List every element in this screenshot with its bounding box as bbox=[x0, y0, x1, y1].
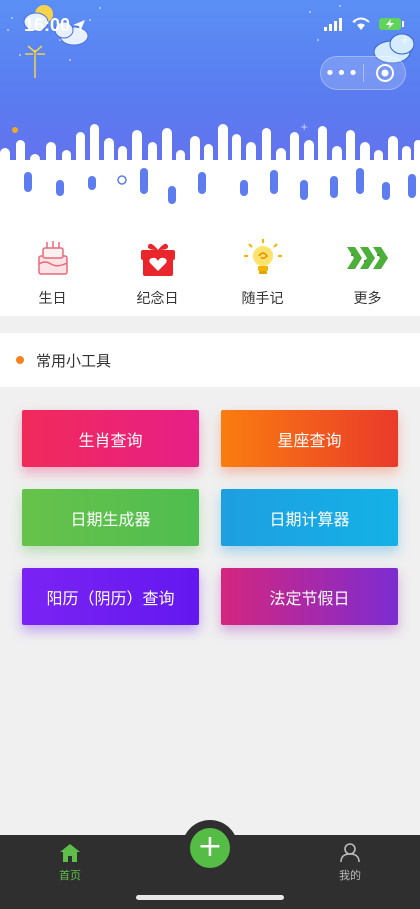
target-circle-icon bbox=[375, 64, 394, 82]
tab-home[interactable]: 首页 bbox=[40, 843, 100, 883]
section-title: 常用小工具 bbox=[36, 351, 112, 370]
tab-mine-label: 我的 bbox=[339, 869, 361, 882]
quick-entry-bar: 生日 纪念日 随手记 更多 bbox=[0, 212, 420, 316]
quick-entry-label: 随手记 bbox=[241, 291, 284, 307]
quick-entry-label: 更多 bbox=[353, 291, 382, 307]
wifi-icon bbox=[352, 17, 370, 30]
quick-entry-label: 纪念日 bbox=[136, 291, 179, 307]
tab-mine[interactable]: 我的 bbox=[320, 843, 380, 883]
lunar-solar-query-button[interactable]: 阳历（阴历）查询 bbox=[22, 568, 199, 625]
section-dot-icon bbox=[16, 356, 24, 364]
lightbulb-icon bbox=[241, 236, 285, 280]
more-menu-button[interactable]: ••• bbox=[321, 63, 363, 84]
quick-entry-notes[interactable]: 随手记 bbox=[210, 212, 315, 316]
public-holidays-button[interactable]: 法定节假日 bbox=[221, 568, 398, 625]
tab-home-label: 首页 bbox=[59, 869, 81, 882]
header-banner: + + 16:00 ••• bbox=[0, 0, 420, 212]
quick-entry-birthday[interactable]: 生日 bbox=[0, 212, 105, 316]
quick-entry-label: 生日 bbox=[38, 291, 67, 307]
chevrons-more-icon bbox=[346, 236, 390, 280]
date-calculator-button[interactable]: 日期计算器 bbox=[221, 489, 398, 546]
date-generator-button[interactable]: 日期生成器 bbox=[22, 489, 199, 546]
location-arrow-icon bbox=[73, 20, 85, 32]
cellular-signal-icon bbox=[324, 18, 342, 31]
quick-entry-more[interactable]: 更多 bbox=[315, 212, 420, 316]
status-time: 16:00 bbox=[24, 15, 71, 35]
zodiac-query-button[interactable]: 生肖查询 bbox=[22, 410, 199, 467]
gift-box-icon bbox=[136, 236, 180, 280]
quick-entry-anniversary[interactable]: 纪念日 bbox=[105, 212, 210, 316]
miniprogram-capsule: ••• bbox=[320, 56, 406, 90]
drip-wave-decoration bbox=[0, 124, 420, 212]
tools-section-header: 常用小工具 bbox=[0, 333, 420, 387]
add-button[interactable]: + bbox=[190, 828, 230, 868]
constellation-query-button[interactable]: 星座查询 bbox=[221, 410, 398, 467]
user-icon bbox=[340, 843, 360, 863]
birthday-cake-icon bbox=[31, 236, 75, 280]
status-bar: 16:00 bbox=[0, 0, 420, 50]
close-miniprogram-button[interactable] bbox=[364, 63, 405, 83]
home-icon bbox=[60, 844, 80, 862]
battery-charging-icon bbox=[379, 18, 404, 30]
home-indicator[interactable] bbox=[136, 895, 284, 900]
